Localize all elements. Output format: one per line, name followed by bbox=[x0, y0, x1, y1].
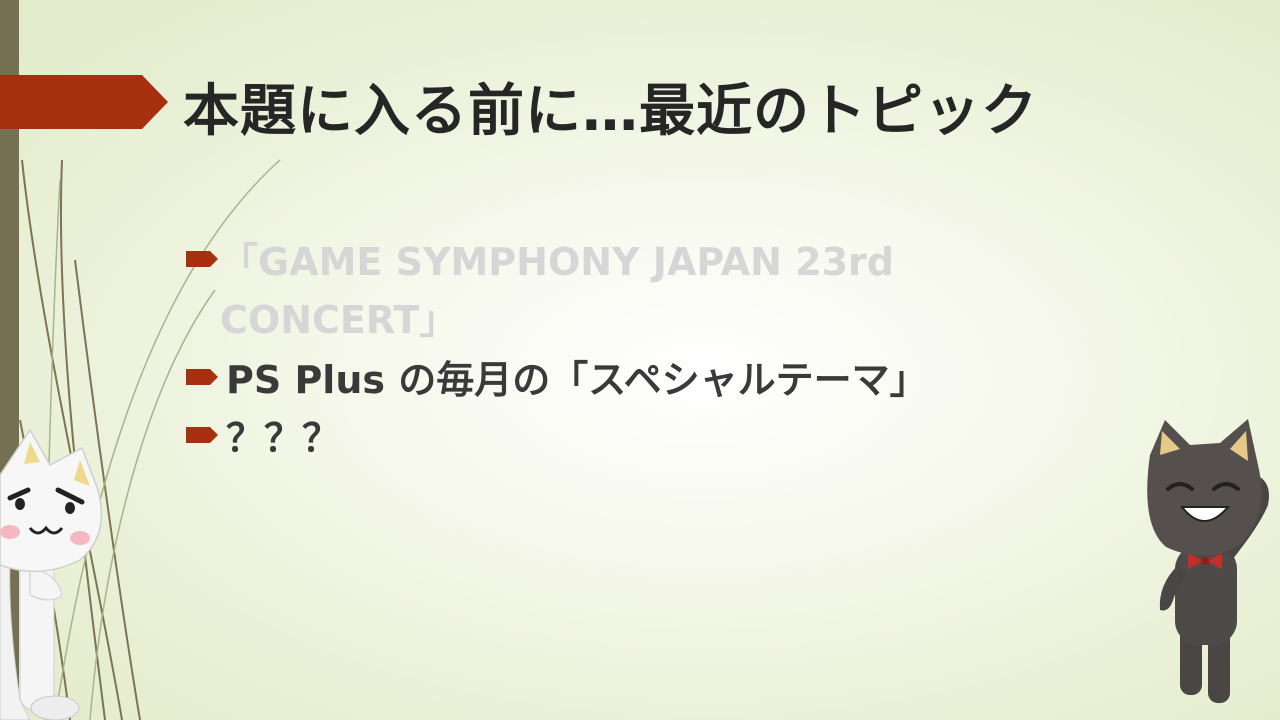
bullet-arrow-icon bbox=[186, 369, 218, 385]
bullet-text: ？？？ bbox=[226, 416, 341, 460]
bullet-item-ps-plus: PS Plus の毎月の「スペシャルテーマ」 bbox=[186, 351, 1066, 409]
bullet-arrow-icon bbox=[186, 251, 218, 267]
bullet-list: 「GAME SYMPHONY JAPAN 23rd CONCERT」 PS Pl… bbox=[186, 233, 1066, 467]
title-arrow-icon bbox=[0, 75, 168, 129]
bullet-text: PS Plus の毎月の「スペシャルテーマ」 bbox=[226, 358, 928, 402]
bullet-item-concert: 「GAME SYMPHONY JAPAN 23rd CONCERT」 bbox=[186, 233, 1066, 349]
bullet-item-mystery: ？？？ bbox=[186, 409, 1066, 467]
black-cat-mascot-image bbox=[1147, 419, 1269, 703]
slide-title: 本題に入る前に…最近のトピック bbox=[183, 79, 1038, 144]
bullet-arrow-icon bbox=[186, 427, 218, 443]
white-cat-mascot-image bbox=[0, 428, 103, 720]
slide: 本題に入る前に…最近のトピック 「GAME SYMPHONY JAPAN 23r… bbox=[0, 0, 1280, 720]
bullet-text: 「GAME SYMPHONY JAPAN 23rd CONCERT」 bbox=[220, 240, 894, 342]
